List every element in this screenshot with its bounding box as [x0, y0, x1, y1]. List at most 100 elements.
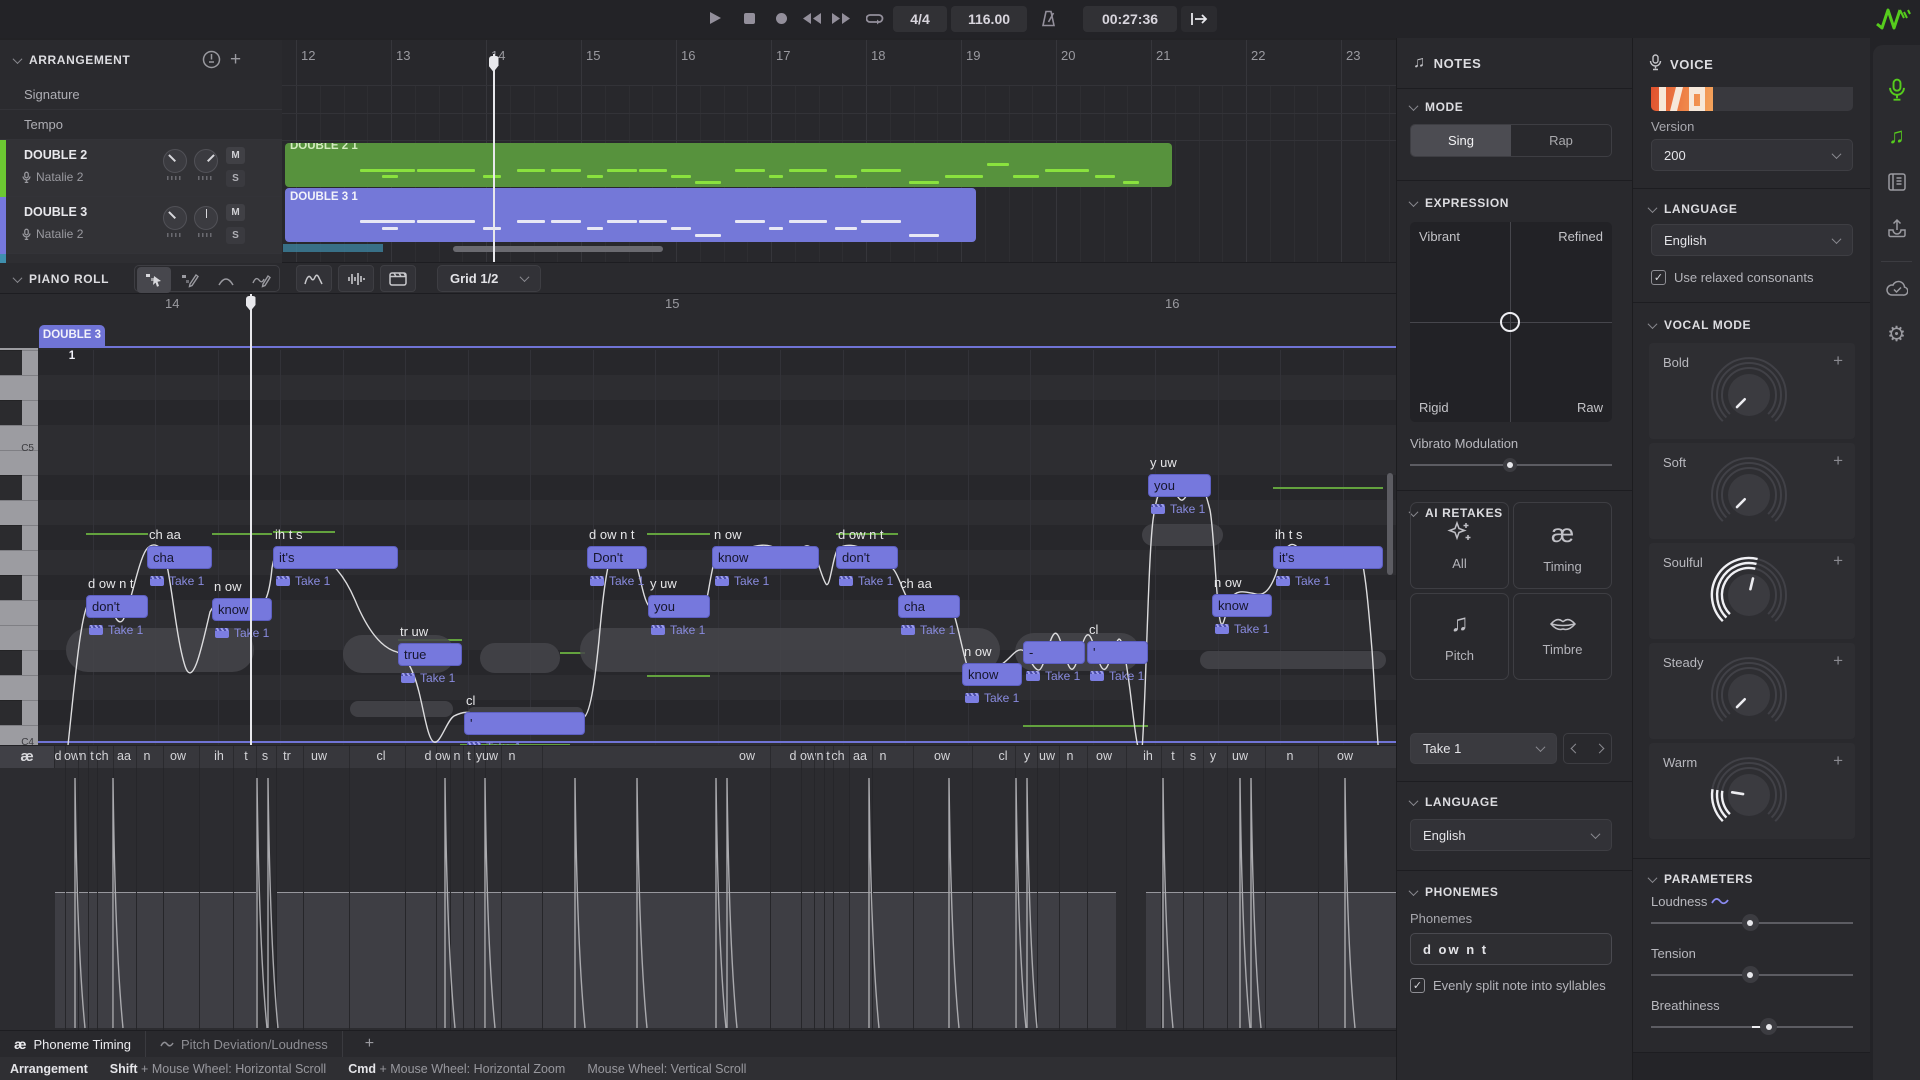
note[interactable]: know [962, 663, 1022, 686]
phoneme-cell[interactable]: cl [993, 749, 1013, 763]
note[interactable]: ' [464, 712, 585, 735]
take-label[interactable]: Take 1 [89, 623, 143, 637]
phoneme-timing-lane[interactable] [0, 768, 1396, 1030]
black-key[interactable] [0, 575, 22, 600]
track-volume-knob[interactable] [163, 206, 187, 230]
phoneme-cell[interactable]: n [137, 749, 157, 763]
note-select-tool[interactable] [137, 267, 171, 293]
take-label[interactable]: Take 1 [401, 671, 455, 685]
piano-roll-playhead[interactable] [250, 294, 252, 745]
black-key[interactable] [0, 475, 22, 500]
microphone-icon[interactable] [1873, 73, 1920, 107]
timing-boundary[interactable] [972, 768, 973, 1030]
timing-boundary[interactable] [1203, 768, 1204, 1030]
mode-section-header[interactable]: MODE [1410, 100, 1463, 114]
take-label[interactable]: Take 1 [965, 691, 1019, 705]
phoneme-cell[interactable]: s [255, 749, 275, 763]
phoneme-row[interactable]: ædowntchaanowihtstruwcldowntyuwnowdowntc… [0, 745, 1396, 768]
expression-handle[interactable] [1500, 312, 1520, 332]
piano-keys[interactable]: C5C4 [0, 348, 38, 745]
note[interactable]: ' [1087, 641, 1148, 664]
arrangement-timeline[interactable]: 121314151617181920212223DOUBLE 2 1DOUBLE… [282, 40, 1396, 263]
timing-boundary[interactable] [501, 768, 502, 1030]
expression-section-header[interactable]: EXPRESSION [1410, 196, 1509, 210]
solo-button[interactable]: S [226, 227, 245, 244]
timing-boundary[interactable] [113, 768, 114, 1030]
timing-boundary[interactable] [770, 768, 771, 1030]
phoneme-cell[interactable]: s [1183, 749, 1203, 763]
previous-take-button[interactable] [1564, 734, 1588, 763]
phoneme-cell[interactable]: ih [209, 749, 229, 763]
split-syllables-checkbox-row[interactable]: ✓ Evenly split note into syllables [1410, 978, 1606, 993]
add-automation-button[interactable]: + [1833, 451, 1843, 471]
go-to-end-button[interactable] [1181, 6, 1217, 32]
timing-boundary[interactable] [405, 768, 406, 1030]
take-label[interactable]: Take 1 [1090, 669, 1144, 683]
timing-boundary[interactable] [65, 768, 66, 1030]
tempo-display[interactable]: 116.00 [951, 6, 1027, 32]
library-icon[interactable] [1873, 165, 1920, 199]
parameters-section-header[interactable]: PARAMETERS [1649, 872, 1753, 886]
clip-tab[interactable]: DOUBLE 3 1 [39, 325, 105, 346]
piano-roll[interactable]: 141516DOUBLE 3 1C5C4don'td ow n tTake 1c… [0, 294, 1396, 745]
take-label[interactable]: Take 1 [901, 623, 955, 637]
take-label[interactable]: Take 1 [215, 626, 269, 640]
clip-double-3-1[interactable]: DOUBLE 3 1 [285, 188, 976, 242]
language-section-header[interactable]: LANGUAGE [1410, 795, 1498, 809]
phoneme-cell[interactable]: y [1017, 749, 1037, 763]
automation-row-tempo[interactable]: Tempo [0, 110, 282, 140]
grid-select-dropdown[interactable]: Grid 1/2 [437, 265, 541, 292]
track-pan-knob[interactable] [194, 206, 218, 230]
timing-boundary[interactable] [88, 768, 89, 1030]
metronome-icon[interactable] [1035, 4, 1061, 32]
phoneme-cell[interactable]: tr [277, 749, 297, 763]
add-automation-button[interactable]: + [1833, 751, 1843, 771]
take-label[interactable]: Take 1 [276, 574, 330, 588]
phoneme-cell[interactable]: ow [1335, 749, 1355, 763]
retake-timbre-button[interactable]: Timbre [1513, 593, 1612, 680]
timing-boundary[interactable] [436, 768, 437, 1030]
phoneme-cell[interactable]: aa [850, 749, 870, 763]
time-display[interactable]: 00:27:36 [1083, 6, 1177, 32]
mode-rap-button[interactable]: Rap [1511, 125, 1611, 156]
phoneme-cell[interactable]: ow [737, 749, 757, 763]
phoneme-cell[interactable]: n [502, 749, 522, 763]
note[interactable]: you [648, 595, 710, 618]
timing-boundary[interactable] [833, 768, 834, 1030]
note[interactable]: it's [273, 546, 398, 569]
timing-boundary[interactable] [913, 768, 914, 1030]
timing-boundary[interactable] [849, 768, 850, 1030]
note[interactable]: - [1023, 641, 1085, 664]
phoneme-cell[interactable]: n [1280, 749, 1300, 763]
breathiness-slider[interactable] [1651, 1026, 1853, 1028]
note[interactable]: know [712, 546, 819, 569]
loop-button[interactable] [862, 4, 888, 32]
record-button[interactable] [768, 4, 794, 32]
timing-boundary[interactable] [872, 768, 873, 1030]
curve-pencil-tool[interactable] [245, 267, 279, 293]
phoneme-cell[interactable]: uw [480, 749, 500, 763]
timing-boundary[interactable] [303, 768, 304, 1030]
timing-boundary[interactable] [1126, 768, 1127, 1030]
arrangement-playhead[interactable] [493, 54, 495, 263]
take-label[interactable]: Take 1 [1215, 622, 1269, 636]
note[interactable]: know [212, 598, 272, 621]
black-key[interactable] [0, 350, 22, 375]
rewind-button[interactable] [799, 4, 825, 32]
note[interactable]: Don't [587, 546, 647, 569]
horizontal-scrollbar[interactable] [453, 246, 663, 252]
note-language-dropdown[interactable]: English [1410, 819, 1612, 851]
voice-language-dropdown[interactable]: English [1651, 224, 1853, 256]
timing-boundary[interactable] [136, 768, 137, 1030]
vibrato-modulation-slider[interactable] [1410, 464, 1612, 466]
timing-boundary[interactable] [1265, 768, 1266, 1030]
take-label[interactable]: Take 1 [715, 574, 769, 588]
playhead-handle[interactable] [489, 56, 499, 72]
take-label[interactable]: Take 1 [150, 574, 204, 588]
timing-boundary[interactable] [485, 768, 486, 1030]
phoneme-cell[interactable]: ow [932, 749, 952, 763]
play-button[interactable] [702, 4, 728, 32]
settings-icon[interactable]: ⚙ [1873, 317, 1920, 351]
add-automation-button[interactable]: + [1833, 551, 1843, 571]
timing-boundary[interactable] [78, 768, 79, 1030]
